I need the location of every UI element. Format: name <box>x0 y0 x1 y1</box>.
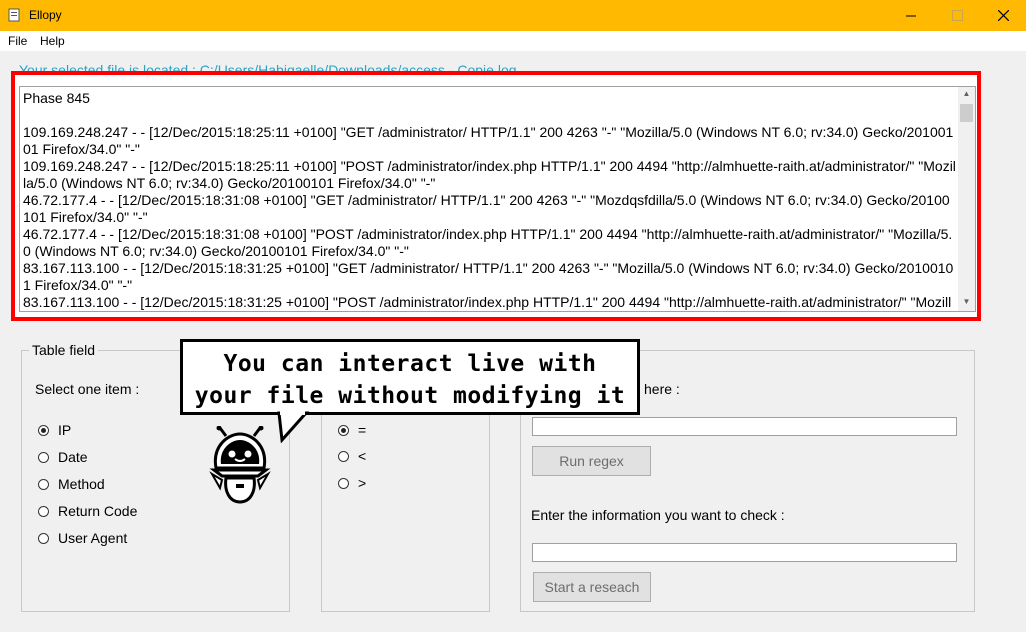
log-text: Phase 845 109.169.248.247 - - [12/Dec/20… <box>23 90 956 310</box>
table-field-legend: Table field <box>29 342 99 358</box>
window-title: Ellopy <box>29 8 62 22</box>
radio-greater-than-label[interactable]: > <box>358 475 366 491</box>
maximize-icon <box>951 10 963 21</box>
tip-line-1: You can interact live with <box>223 351 597 377</box>
maximize-button <box>934 0 980 31</box>
close-icon <box>997 10 1009 21</box>
bubble-tail-icon <box>277 411 310 443</box>
radio-ip-label[interactable]: IP <box>58 422 71 438</box>
radio-user-agent[interactable] <box>38 533 49 544</box>
robot-mascot-icon <box>209 426 271 504</box>
run-regex-button[interactable]: Run regex <box>532 446 651 476</box>
menu-help[interactable]: Help <box>40 34 65 48</box>
start-research-button-label: Start a reseach <box>544 579 640 595</box>
radio-date-label[interactable]: Date <box>58 449 88 465</box>
radio-method-label[interactable]: Method <box>58 476 105 492</box>
radio-greater-than[interactable] <box>338 478 349 489</box>
tip-text: You can interact live with your file wit… <box>183 348 637 412</box>
select-item-label: Select one item : <box>35 381 140 397</box>
regex-prompt-label: here : <box>644 381 680 397</box>
close-button[interactable] <box>980 0 1026 31</box>
menu-bar: File Help <box>0 31 1026 51</box>
title-bar: Ellopy <box>0 0 1026 31</box>
minimize-button[interactable] <box>888 0 934 31</box>
tip-line-2: your file without modifying it <box>194 383 626 409</box>
scroll-up-icon[interactable]: ▲ <box>958 87 975 101</box>
radio-return-code-label[interactable]: Return Code <box>58 503 137 519</box>
regex-input[interactable] <box>532 417 957 436</box>
check-prompt-label: Enter the information you want to check … <box>531 507 785 523</box>
radio-equals-label[interactable]: = <box>358 422 366 438</box>
check-input[interactable] <box>532 543 957 562</box>
radio-equals[interactable] <box>338 425 349 436</box>
minimize-icon <box>905 15 916 17</box>
radio-return-code[interactable] <box>38 506 49 517</box>
radio-less-than[interactable] <box>338 451 349 462</box>
run-regex-button-label: Run regex <box>559 453 624 469</box>
radio-date[interactable] <box>38 452 49 463</box>
radio-ip[interactable] <box>38 425 49 436</box>
scroll-down-icon[interactable]: ▼ <box>958 295 975 309</box>
start-research-button[interactable]: Start a reseach <box>533 572 651 602</box>
log-viewer[interactable]: Phase 845 109.169.248.247 - - [12/Dec/20… <box>19 86 976 312</box>
log-scrollbar[interactable]: ▲ ▼ <box>958 87 975 311</box>
menu-file[interactable]: File <box>8 34 27 48</box>
radio-user-agent-label[interactable]: User Agent <box>58 530 127 546</box>
radio-less-than-label[interactable]: < <box>358 448 366 464</box>
tip-speech-bubble: You can interact live with your file wit… <box>180 339 640 415</box>
app-icon <box>8 8 20 22</box>
scroll-thumb[interactable] <box>960 104 973 122</box>
radio-method[interactable] <box>38 479 49 490</box>
